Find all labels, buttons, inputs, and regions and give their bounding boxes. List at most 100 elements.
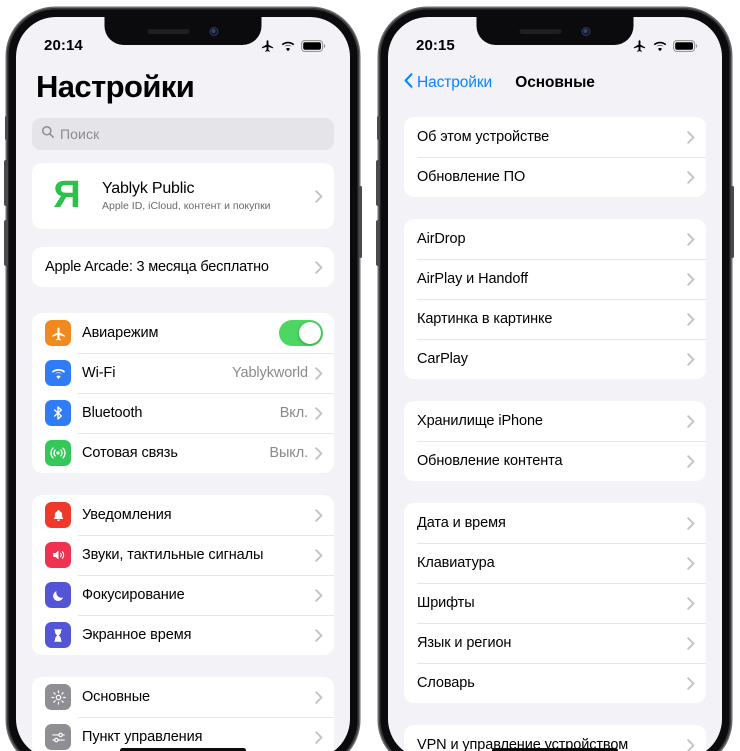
chevron-right-icon	[315, 366, 323, 380]
speaker-icon	[45, 542, 71, 568]
settings-row-keyboard[interactable]: Клавиатура	[404, 543, 706, 583]
settings-row-airdrop[interactable]: AirDrop	[404, 219, 706, 259]
settings-row-control-center[interactable]: Пункт управления	[32, 717, 334, 751]
chevron-right-icon	[315, 446, 323, 460]
settings-row-about[interactable]: Об этом устройстве	[404, 117, 706, 157]
screen-left: 20:14 Настройки Поиск Я Yablyk Public Ap…	[16, 17, 350, 751]
chevron-right-icon	[687, 312, 695, 326]
chevron-right-icon	[687, 414, 695, 428]
settings-row-wifi[interactable]: Wi-Fi Yablykworld	[32, 353, 334, 393]
settings-row-general[interactable]: Основные	[32, 677, 334, 717]
settings-scroll-right[interactable]: Настройки Основные Об этом устройстве Об…	[388, 17, 722, 751]
settings-row-label: AirPlay и Handoff	[417, 271, 528, 287]
promo-label: Apple Arcade: 3 месяца бесплатно	[45, 259, 269, 275]
settings-row-language-region[interactable]: Язык и регион	[404, 623, 706, 663]
cellular-icon	[45, 440, 71, 466]
settings-row-picture-in-picture[interactable]: Картинка в картинке	[404, 299, 706, 339]
power-button[interactable]	[730, 186, 734, 258]
back-button-label: Настройки	[417, 74, 493, 91]
settings-row-label: Звуки, тактильные сигналы	[82, 547, 264, 563]
search-input[interactable]: Поиск	[32, 118, 334, 150]
settings-group-general: Основные Пункт управления	[32, 677, 334, 751]
settings-row-notifications[interactable]: Уведомления	[32, 495, 334, 535]
settings-row-fonts[interactable]: Шрифты	[404, 583, 706, 623]
settings-row-airplay-handoff[interactable]: AirPlay и Handoff	[404, 259, 706, 299]
settings-row-airplane-mode[interactable]: Авиарежим	[32, 313, 334, 353]
settings-row-value: Вкл.	[279, 405, 308, 421]
chevron-right-icon	[687, 738, 695, 751]
screen-right: 20:15 Настройки Основные Об этом устройс…	[388, 17, 722, 751]
wifi-icon	[45, 360, 71, 386]
chevron-right-icon	[315, 508, 323, 522]
hourglass-icon	[45, 622, 71, 648]
settings-row-label: Wi-Fi	[82, 365, 116, 381]
volume-down-button[interactable]	[376, 220, 380, 266]
settings-row-label: Хранилище iPhone	[417, 413, 543, 429]
status-icons	[632, 35, 698, 53]
chevron-right-icon	[315, 690, 323, 704]
chevron-right-icon	[687, 232, 695, 246]
general-group-connectivity: AirDrop AirPlay и Handoff Картинка в кар…	[404, 219, 706, 379]
account-text: Yablyk Public Apple ID, iCloud, контент …	[102, 180, 315, 212]
power-button[interactable]	[358, 186, 362, 258]
settings-row-label: AirDrop	[417, 231, 466, 247]
settings-row-focus[interactable]: Фокусирование	[32, 575, 334, 615]
settings-row-bluetooth[interactable]: Bluetooth Вкл.	[32, 393, 334, 433]
volume-up-button[interactable]	[4, 160, 8, 206]
dual-phone-screenshot: 20:14 Настройки Поиск Я Yablyk Public Ap…	[0, 0, 740, 751]
settings-row-cellular[interactable]: Сотовая связь Выкл.	[32, 433, 334, 473]
navigation-bar: Настройки Основные	[388, 61, 722, 105]
general-group-localization: Дата и время Клавиатура Шрифты Язык и ре…	[404, 503, 706, 703]
chevron-right-icon	[315, 260, 323, 274]
status-time: 20:15	[416, 37, 455, 54]
general-group-storage: Хранилище iPhone Обновление контента	[404, 401, 706, 481]
status-time: 20:14	[44, 37, 83, 54]
battery-icon	[673, 39, 698, 52]
settings-group-connectivity: Авиарежим Wi-Fi Yablykworld Bluetooth Вк…	[32, 313, 334, 473]
chevron-right-icon	[687, 130, 695, 144]
settings-row-screen-time[interactable]: Экранное время	[32, 615, 334, 655]
settings-row-label: Клавиатура	[417, 555, 495, 571]
apple-arcade-promo-row[interactable]: Apple Arcade: 3 месяца бесплатно	[32, 247, 334, 287]
back-button[interactable]: Настройки	[404, 73, 492, 93]
settings-row-label: Обновление ПО	[417, 169, 526, 185]
airplane-mode-toggle[interactable]	[279, 320, 323, 346]
settings-row-sounds-haptics[interactable]: Звуки, тактильные сигналы	[32, 535, 334, 575]
silent-switch[interactable]	[4, 116, 8, 140]
settings-row-label: Экранное время	[82, 627, 192, 643]
settings-row-label: Язык и регион	[417, 635, 512, 651]
chevron-right-icon	[687, 636, 695, 650]
apple-id-card[interactable]: Я Yablyk Public Apple ID, iCloud, контен…	[32, 163, 334, 229]
settings-row-label: Основные	[82, 689, 150, 705]
control-center-icon	[45, 724, 71, 750]
airplane-mode-icon	[632, 38, 647, 53]
chevron-right-icon	[315, 628, 323, 642]
settings-group-notifications: Уведомления Звуки, тактильные сигналы Фо…	[32, 495, 334, 655]
wifi-icon	[280, 40, 296, 52]
status-icons	[260, 35, 326, 53]
account-name: Yablyk Public	[102, 180, 195, 197]
airplane-icon	[45, 320, 71, 346]
notch	[104, 17, 262, 45]
settings-row-label: Авиарежим	[82, 325, 159, 341]
chevron-right-icon	[315, 588, 323, 602]
settings-row-software-update[interactable]: Обновление ПО	[404, 157, 706, 197]
settings-row-label: Картинка в картинке	[417, 311, 553, 327]
settings-row-background-app-refresh[interactable]: Обновление контента	[404, 441, 706, 481]
wifi-icon	[652, 40, 668, 52]
settings-row-label: Пункт управления	[82, 729, 203, 745]
settings-scroll-left[interactable]: Настройки Поиск Я Yablyk Public Apple ID…	[16, 17, 350, 751]
settings-row-label: CarPlay	[417, 351, 468, 367]
chevron-right-icon	[687, 516, 695, 530]
moon-icon	[45, 582, 71, 608]
silent-switch[interactable]	[376, 116, 380, 140]
settings-row-dictionary[interactable]: Словарь	[404, 663, 706, 703]
earpiece-speaker-icon	[147, 28, 190, 34]
settings-row-date-time[interactable]: Дата и время	[404, 503, 706, 543]
settings-row-carplay[interactable]: CarPlay	[404, 339, 706, 379]
settings-row-iphone-storage[interactable]: Хранилище iPhone	[404, 401, 706, 441]
volume-up-button[interactable]	[376, 160, 380, 206]
volume-down-button[interactable]	[4, 220, 8, 266]
